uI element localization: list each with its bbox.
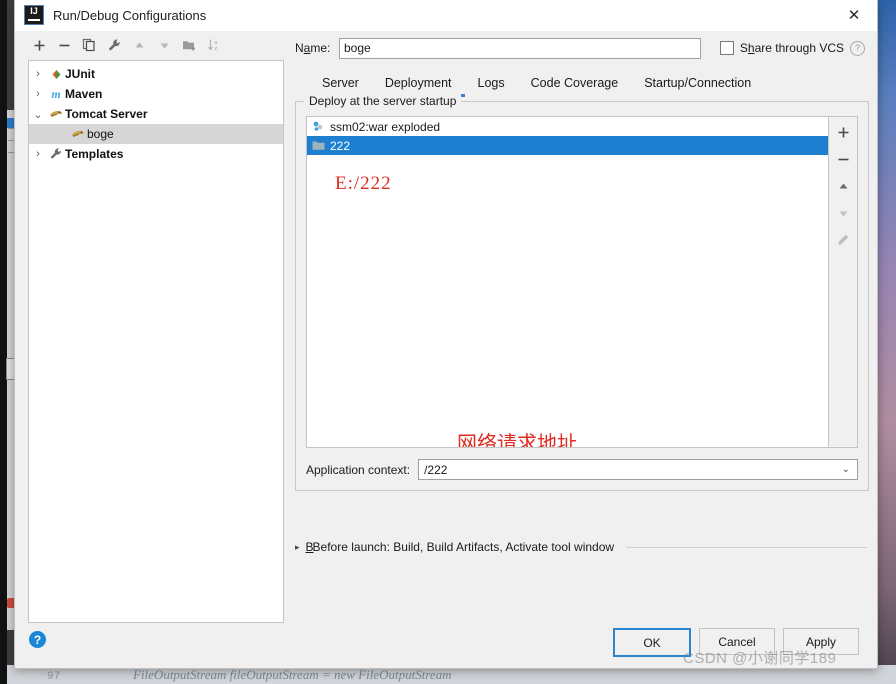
sort-az-icon[interactable]: a z	[203, 34, 225, 56]
move-up-artifact-button[interactable]	[832, 175, 854, 197]
chevron-right-icon[interactable]: ▸	[295, 542, 300, 553]
configuration-editor-pane: Name: Share through VCS ? Server Deploym…	[295, 30, 869, 623]
tomcat-icon	[47, 108, 65, 120]
deployment-list[interactable]: ssm02:war exploded 222 E:/222 网络请求地址	[306, 116, 829, 448]
share-vcs-label[interactable]: Share through VCS	[740, 41, 844, 55]
name-label: Name:	[295, 41, 331, 55]
ide-line-number: 97	[47, 671, 61, 683]
application-context-combobox[interactable]: /222 ⌄	[418, 459, 858, 480]
annotation-deploy-path: E:/222	[335, 173, 392, 194]
before-launch-label: BBefore launch: Build, Build Artifacts, …	[305, 540, 615, 554]
tree-node-label: Templates	[65, 147, 124, 161]
move-down-button[interactable]	[153, 34, 175, 56]
wrench-icon[interactable]	[103, 34, 125, 56]
tree-node-junit[interactable]: › JUnit	[29, 64, 283, 84]
list-item[interactable]: 222	[307, 136, 828, 155]
application-context-row: Application context: /222 ⌄	[306, 459, 858, 480]
share-vcs-group: Share through VCS ?	[719, 40, 869, 56]
name-input[interactable]	[339, 37, 701, 59]
run-debug-configurations-dialog: IJ Run/Debug Configurations ✕ a z › JUni…	[14, 0, 878, 669]
application-context-label: Application context:	[306, 462, 411, 477]
remove-artifact-button[interactable]	[832, 148, 854, 170]
dialog-titlebar: IJ Run/Debug Configurations ✕	[15, 0, 877, 31]
application-context-value: /222	[424, 462, 448, 477]
move-up-button[interactable]	[128, 34, 150, 56]
help-button[interactable]: ?	[29, 631, 46, 648]
pencil-icon[interactable]	[832, 229, 854, 251]
configurations-tree[interactable]: › JUnit › m Maven ⌄ Tomcat Server boge ›…	[28, 60, 284, 623]
dialog-title: Run/Debug Configurations	[53, 7, 207, 23]
junit-icon	[47, 68, 65, 81]
move-down-artifact-button[interactable]	[832, 202, 854, 224]
tree-node-maven[interactable]: › m Maven	[29, 84, 283, 104]
tree-node-label: boge	[87, 127, 114, 141]
share-vcs-help-icon[interactable]: ?	[850, 40, 865, 56]
tab-startup-connection[interactable]: Startup/Connection	[631, 69, 764, 97]
csdn-watermark: CSDN @小谢同学189	[683, 650, 837, 667]
tree-node-label: JUnit	[65, 67, 95, 81]
tree-node-label: Tomcat Server	[65, 107, 148, 121]
before-launch-separator	[626, 546, 867, 548]
name-row: Name: Share through VCS ?	[295, 35, 869, 61]
tab-deployment[interactable]: Deployment	[371, 69, 465, 97]
intellij-idea-icon: IJ	[24, 5, 44, 25]
new-folder-button[interactable]	[178, 34, 200, 56]
chevron-down-icon[interactable]: ⌄	[842, 464, 850, 475]
tab-logs[interactable]: Logs	[465, 69, 518, 97]
tab-code-coverage[interactable]: Code Coverage	[518, 69, 632, 97]
add-configuration-button[interactable]	[28, 34, 50, 56]
list-item-label: ssm02:war exploded	[330, 119, 441, 134]
tree-node-tomcat-server[interactable]: ⌄ Tomcat Server	[29, 104, 283, 124]
chevron-down-icon[interactable]: ⌄	[29, 108, 47, 121]
deploy-at-startup-label: Deploy at the server startup	[304, 94, 462, 108]
wrench-icon	[47, 147, 65, 161]
copy-configuration-button[interactable]	[78, 34, 100, 56]
before-launch-section[interactable]: ▸ BBefore launch: Build, Build Artifacts…	[295, 540, 867, 554]
deployment-list-row: ssm02:war exploded 222 E:/222 网络请求地址	[306, 116, 858, 448]
ide-left-gutter	[0, 0, 7, 684]
ok-button[interactable]: OK	[613, 628, 691, 657]
add-artifact-button[interactable]	[832, 121, 854, 143]
configurations-pane: a z › JUnit › m Maven ⌄ Tomcat Server bo…	[22, 32, 284, 623]
artifact-icon	[312, 120, 330, 133]
tab-server[interactable]: Server	[309, 69, 372, 97]
screenshot-root: 97 FileOutputStream fileOutputStream = ne…	[0, 0, 896, 684]
list-item[interactable]: ssm02:war exploded	[307, 117, 828, 136]
tree-node-boge[interactable]: boge	[29, 124, 283, 144]
deploy-at-startup-group: Deploy at the server startup ssm02:war e…	[295, 94, 869, 491]
list-item-label: 222	[330, 138, 351, 153]
configuration-tabs: Server Deployment Logs Code Coverage Sta…	[295, 67, 869, 97]
close-icon[interactable]: ✕	[831, 0, 877, 30]
configurations-toolbar: a z	[22, 32, 284, 58]
folder-icon	[312, 140, 330, 151]
tomcat-icon	[69, 128, 87, 140]
share-vcs-checkbox[interactable]	[719, 41, 734, 55]
chevron-right-icon[interactable]: ›	[29, 88, 47, 100]
annotation-context-note: 网络请求地址	[457, 433, 577, 448]
remove-configuration-button[interactable]	[53, 34, 75, 56]
deployment-side-toolbar	[829, 116, 858, 448]
ide-code-text: FileOutputStream fileOutputStream = new …	[133, 667, 452, 682]
svg-text:z: z	[214, 46, 217, 52]
tree-node-label: Maven	[65, 87, 103, 101]
tree-node-templates[interactable]: › Templates	[29, 144, 283, 164]
chevron-right-icon[interactable]: ›	[29, 148, 47, 160]
chevron-right-icon[interactable]: ›	[29, 68, 47, 80]
maven-icon: m	[51, 86, 61, 101]
